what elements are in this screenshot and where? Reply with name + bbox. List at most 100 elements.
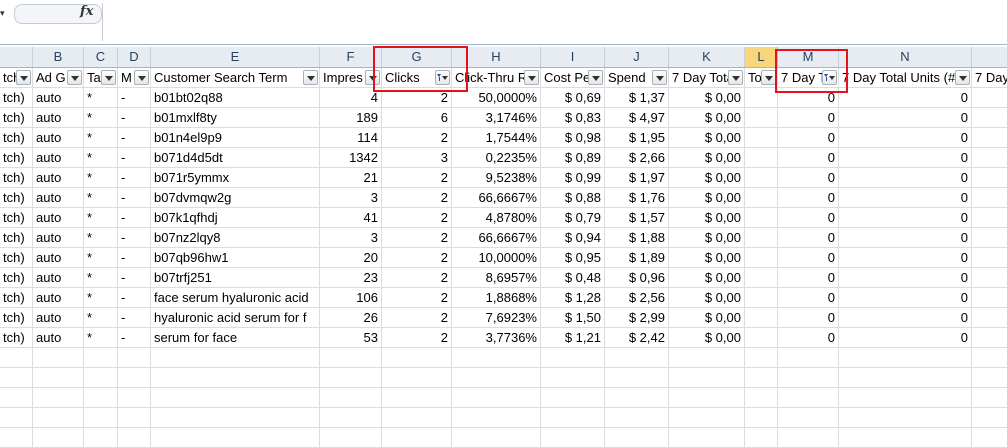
- table-cell[interactable]: $ 0,95: [541, 248, 605, 267]
- formula-input[interactable]: [102, 3, 1007, 41]
- empty-cell[interactable]: [972, 428, 1007, 447]
- column-header-edge[interactable]: [972, 47, 1007, 67]
- table-cell[interactable]: 2: [382, 188, 452, 207]
- table-cell[interactable]: tch): [0, 248, 33, 267]
- empty-cell[interactable]: [84, 428, 118, 447]
- table-cell[interactable]: $ 0,00: [669, 128, 745, 147]
- table-cell[interactable]: *: [84, 248, 118, 267]
- empty-cell[interactable]: [972, 408, 1007, 427]
- empty-cell[interactable]: [151, 368, 320, 387]
- table-cell[interactable]: [972, 128, 1007, 147]
- table-cell[interactable]: 189: [320, 108, 382, 127]
- empty-cell[interactable]: [118, 408, 151, 427]
- table-cell[interactable]: b01n4el9p9: [151, 128, 320, 147]
- column-header-b[interactable]: B: [33, 47, 84, 67]
- empty-cell[interactable]: [382, 368, 452, 387]
- table-cell[interactable]: b071r5ymmx: [151, 168, 320, 187]
- table-cell[interactable]: 0: [778, 208, 839, 227]
- empty-cell[interactable]: [605, 368, 669, 387]
- table-cell[interactable]: hyaluronic acid serum for f: [151, 308, 320, 327]
- table-cell[interactable]: b07nz2lqy8: [151, 228, 320, 247]
- table-cell[interactable]: $ 2,56: [605, 288, 669, 307]
- empty-cell[interactable]: [778, 428, 839, 447]
- table-cell[interactable]: *: [84, 148, 118, 167]
- column-title-cell[interactable]: 7 Day Total Units (#: [839, 68, 972, 87]
- table-cell[interactable]: $ 1,97: [605, 168, 669, 187]
- table-cell[interactable]: 0: [839, 328, 972, 347]
- column-header-k[interactable]: K: [669, 47, 745, 67]
- empty-cell[interactable]: [320, 348, 382, 367]
- table-cell[interactable]: $ 0,00: [669, 248, 745, 267]
- table-cell[interactable]: $ 1,89: [605, 248, 669, 267]
- table-cell[interactable]: $ 2,66: [605, 148, 669, 167]
- table-cell[interactable]: 0: [839, 208, 972, 227]
- column-header-c[interactable]: C: [84, 47, 118, 67]
- empty-cell[interactable]: [745, 428, 778, 447]
- table-cell[interactable]: auto: [33, 248, 84, 267]
- table-cell[interactable]: b07dvmqw2g: [151, 188, 320, 207]
- table-cell[interactable]: *: [84, 228, 118, 247]
- table-cell[interactable]: 2: [382, 248, 452, 267]
- table-cell[interactable]: auto: [33, 228, 84, 247]
- filter-dropdown-icon[interactable]: [67, 70, 82, 85]
- empty-cell[interactable]: [452, 368, 541, 387]
- table-cell[interactable]: [745, 168, 778, 187]
- empty-cell[interactable]: [382, 428, 452, 447]
- table-cell[interactable]: [972, 288, 1007, 307]
- table-cell[interactable]: -: [118, 228, 151, 247]
- empty-cell[interactable]: [0, 348, 33, 367]
- filter-dropdown-icon[interactable]: [728, 70, 743, 85]
- table-cell[interactable]: 2: [382, 128, 452, 147]
- table-cell[interactable]: 66,6667%: [452, 188, 541, 207]
- table-cell[interactable]: [972, 108, 1007, 127]
- column-title-cell[interactable]: Customer Search Term: [151, 68, 320, 87]
- table-cell[interactable]: 0: [839, 288, 972, 307]
- empty-cell[interactable]: [382, 348, 452, 367]
- table-cell[interactable]: [745, 248, 778, 267]
- fx-icon[interactable]: fx: [80, 3, 96, 21]
- table-cell[interactable]: [972, 328, 1007, 347]
- table-cell[interactable]: b01bt02q88: [151, 88, 320, 107]
- filter-active-icon[interactable]: [435, 70, 450, 85]
- table-cell[interactable]: auto: [33, 308, 84, 327]
- table-cell[interactable]: [745, 288, 778, 307]
- table-cell[interactable]: $ 0,89: [541, 148, 605, 167]
- filter-dropdown-icon[interactable]: [588, 70, 603, 85]
- empty-cell[interactable]: [33, 368, 84, 387]
- table-cell[interactable]: 50,0000%: [452, 88, 541, 107]
- empty-cell[interactable]: [0, 368, 33, 387]
- table-cell[interactable]: b07qb96hw1: [151, 248, 320, 267]
- table-cell[interactable]: -: [118, 128, 151, 147]
- empty-cell[interactable]: [745, 408, 778, 427]
- table-cell[interactable]: tch): [0, 288, 33, 307]
- table-cell[interactable]: 10,0000%: [452, 248, 541, 267]
- filter-dropdown-icon[interactable]: [16, 70, 31, 85]
- table-cell[interactable]: $ 0,99: [541, 168, 605, 187]
- empty-cell[interactable]: [452, 348, 541, 367]
- table-cell[interactable]: *: [84, 108, 118, 127]
- table-cell[interactable]: 0: [778, 148, 839, 167]
- table-cell[interactable]: tch): [0, 168, 33, 187]
- empty-cell[interactable]: [778, 388, 839, 407]
- table-cell[interactable]: [972, 248, 1007, 267]
- empty-cell[interactable]: [452, 428, 541, 447]
- table-cell[interactable]: $ 0,83: [541, 108, 605, 127]
- table-cell[interactable]: 1342: [320, 148, 382, 167]
- empty-cell[interactable]: [452, 408, 541, 427]
- table-cell[interactable]: 8,6957%: [452, 268, 541, 287]
- table-cell[interactable]: *: [84, 128, 118, 147]
- table-cell[interactable]: 3,7736%: [452, 328, 541, 347]
- table-cell[interactable]: serum for face: [151, 328, 320, 347]
- table-cell[interactable]: 3: [382, 148, 452, 167]
- table-cell[interactable]: $ 1,88: [605, 228, 669, 247]
- table-cell[interactable]: 2: [382, 228, 452, 247]
- empty-cell[interactable]: [541, 368, 605, 387]
- table-cell[interactable]: $ 1,28: [541, 288, 605, 307]
- table-cell[interactable]: $ 0,69: [541, 88, 605, 107]
- table-cell[interactable]: 2: [382, 168, 452, 187]
- table-cell[interactable]: 1,7544%: [452, 128, 541, 147]
- column-header-m[interactable]: M: [778, 47, 839, 67]
- table-cell[interactable]: 0: [778, 188, 839, 207]
- table-cell[interactable]: 0: [778, 128, 839, 147]
- table-cell[interactable]: -: [118, 308, 151, 327]
